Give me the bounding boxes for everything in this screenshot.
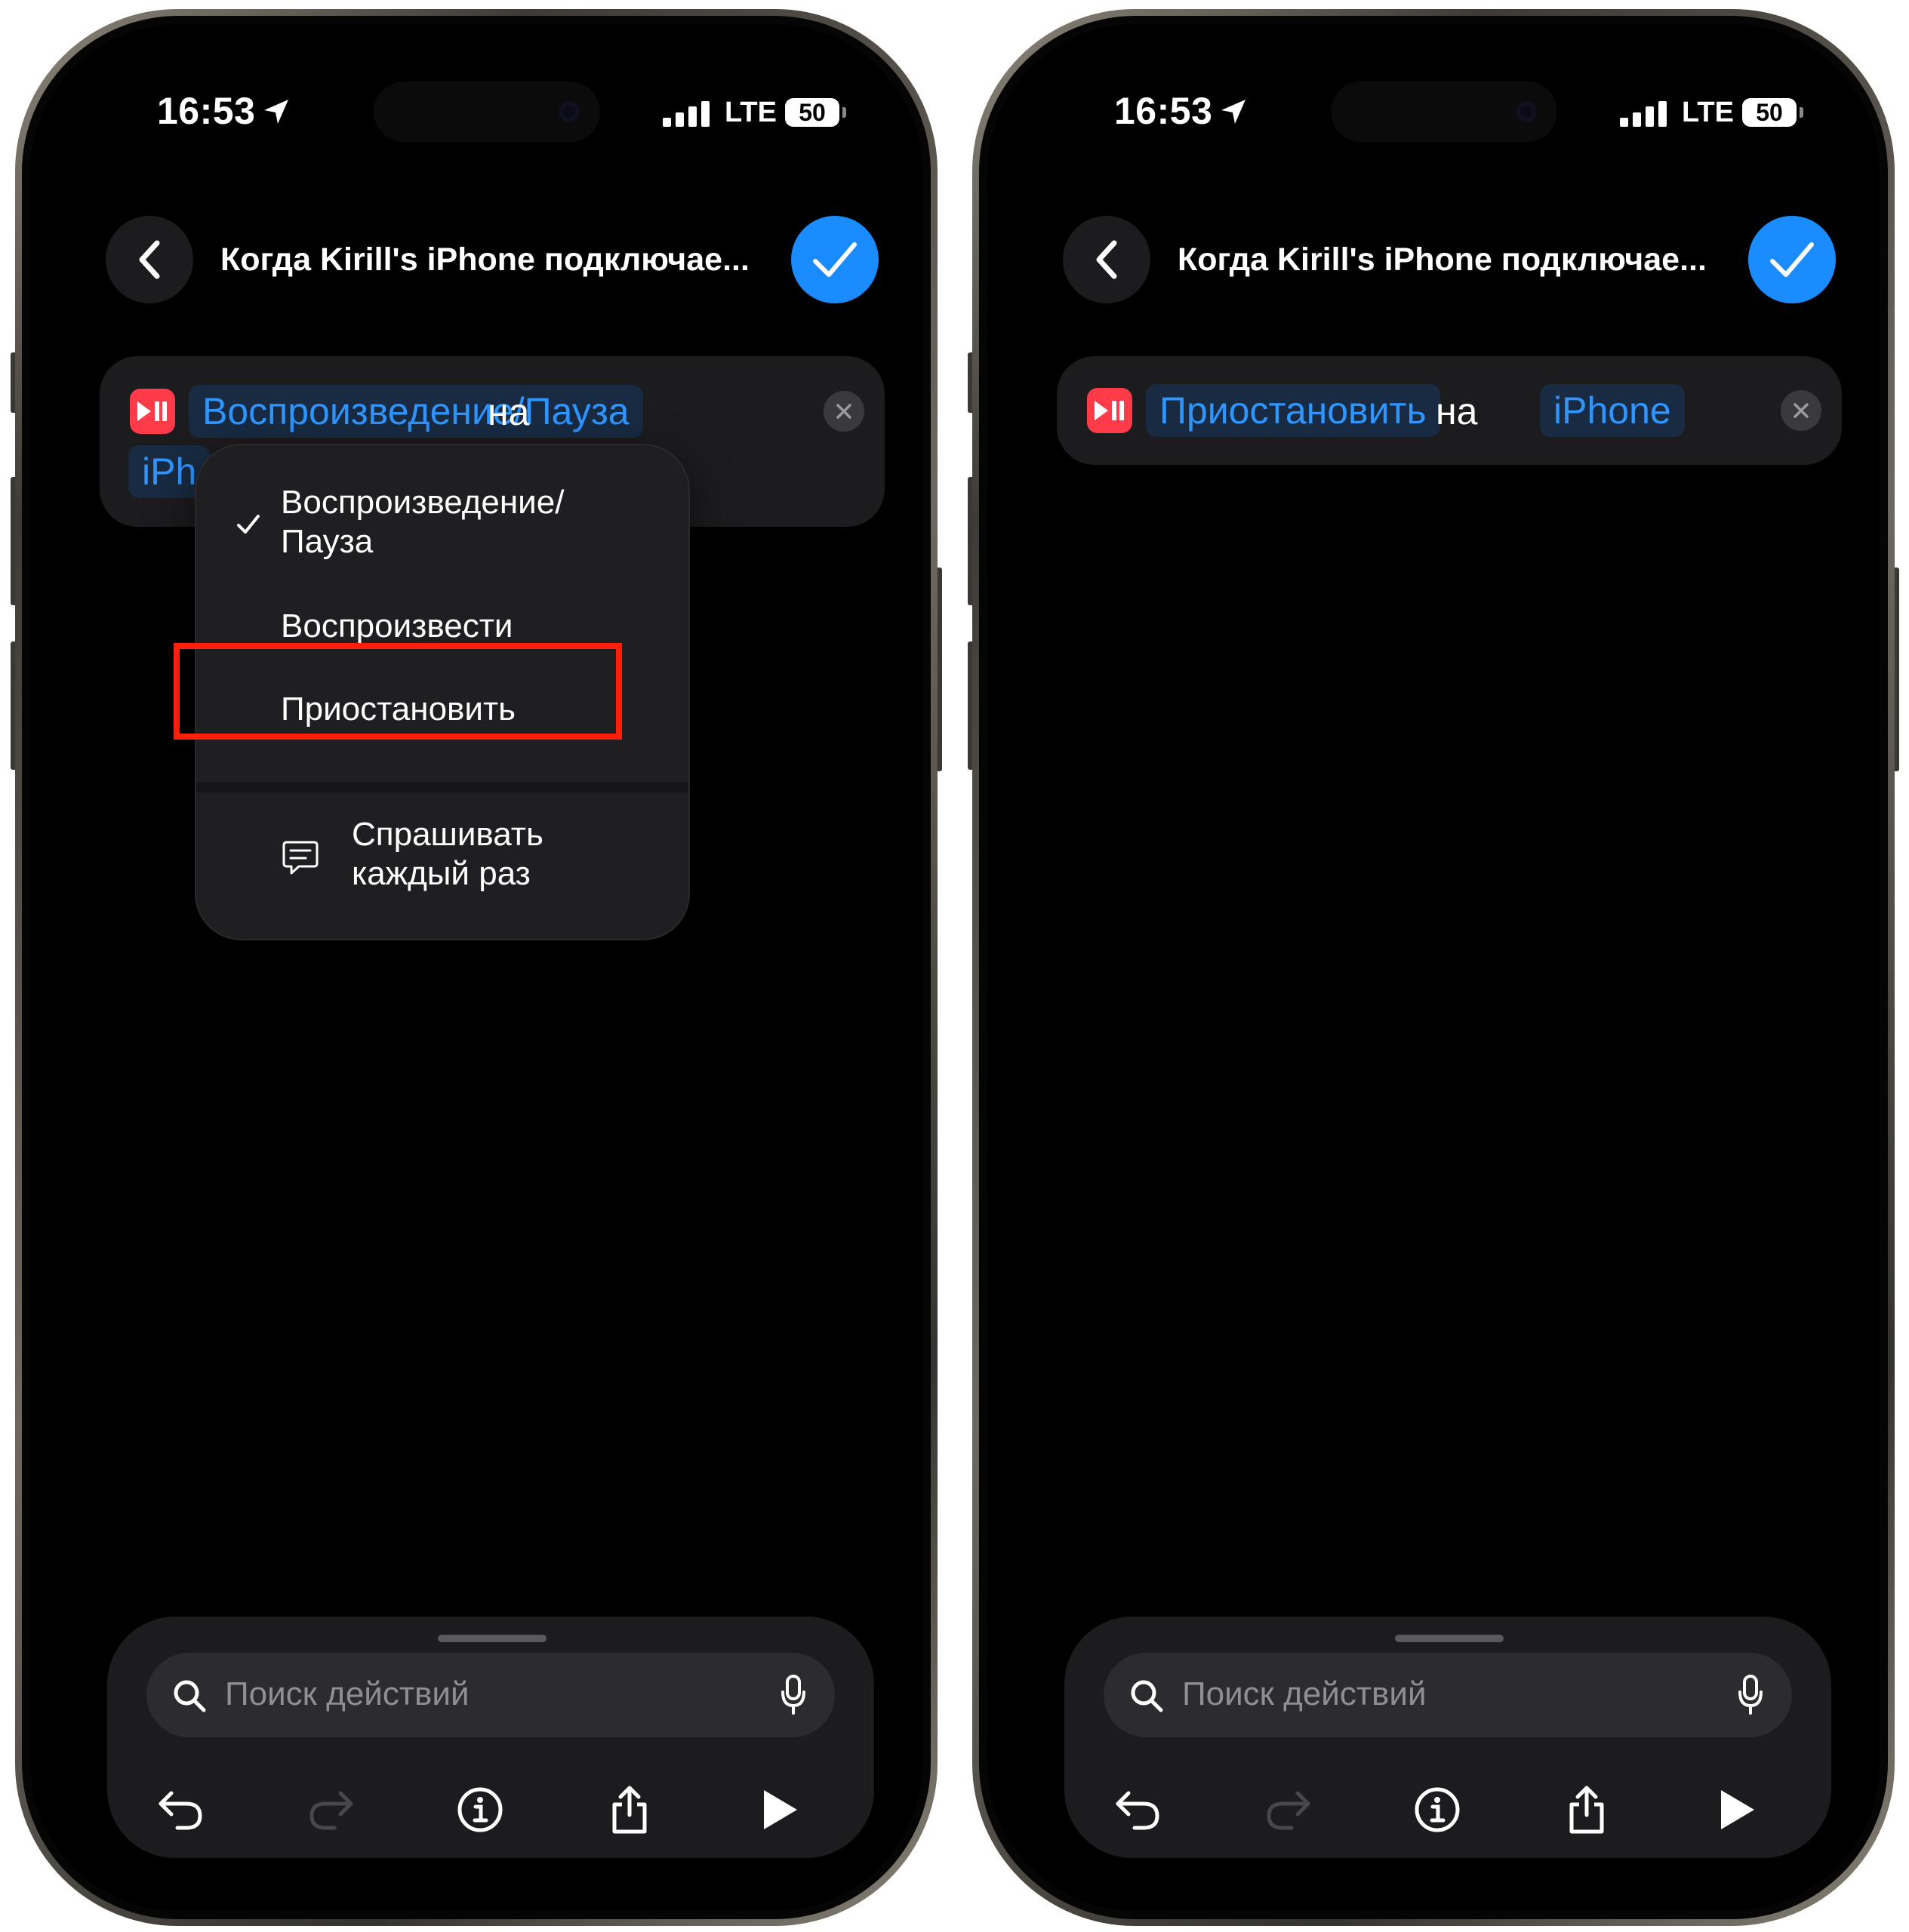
share-icon — [612, 1786, 647, 1834]
connector-word: на — [488, 391, 530, 433]
redo-icon — [1267, 1791, 1310, 1830]
play-icon — [1721, 1790, 1754, 1829]
search-field[interactable]: Поиск действий — [146, 1653, 835, 1737]
run-button[interactable] — [1706, 1780, 1766, 1840]
back-chevron-icon — [1096, 240, 1117, 279]
screen: 16:53 LTE 50 Когда Kirill's iPhone подкл… — [30, 24, 922, 1911]
checkmark-icon — [1770, 242, 1814, 277]
battery-tip — [1800, 107, 1803, 118]
share-button[interactable] — [599, 1780, 660, 1840]
menu-divider — [196, 782, 688, 792]
info-button[interactable] — [450, 1780, 510, 1840]
mic-icon[interactable] — [1738, 1674, 1763, 1716]
front-camera — [1516, 101, 1537, 122]
clear-x-icon — [836, 404, 851, 419]
menu-item-label-line1: Воспроизведение/ — [281, 484, 565, 521]
connector-word: на — [1436, 390, 1478, 432]
signal-icon — [663, 101, 710, 127]
status-time: 16:53 — [157, 90, 256, 132]
action-parameter-token[interactable]: Приостановить — [1146, 384, 1440, 437]
location-arrow-icon — [1221, 100, 1245, 124]
signal-icon — [1620, 101, 1667, 127]
phone-left: 16:53 LTE 50 Когда Kirill's iPhone подкл… — [11, 9, 942, 1926]
search-input[interactable]: Поиск действий — [1182, 1675, 1427, 1713]
back-chevron-icon — [139, 240, 160, 279]
info-button[interactable] — [1407, 1780, 1467, 1840]
info-icon — [457, 1787, 503, 1832]
search-icon — [174, 1680, 206, 1712]
undo-button[interactable] — [151, 1780, 211, 1840]
action-card: Приостановить на iPhone — [1057, 356, 1842, 465]
redo-icon — [309, 1791, 353, 1830]
front-camera — [559, 101, 580, 122]
back-button[interactable] — [106, 216, 193, 303]
action-search-sheet: Поиск действий — [1064, 1617, 1831, 1858]
menu-item-play-pause[interactable]: Воспроизведение/ Пауза — [281, 483, 564, 561]
back-button[interactable] — [1063, 216, 1150, 303]
undo-icon — [1116, 1791, 1159, 1830]
search-field[interactable]: Поиск действий — [1104, 1653, 1792, 1737]
share-icon — [1569, 1786, 1604, 1834]
menu-item-label-line2: каждый раз — [352, 855, 531, 892]
checkmark-icon — [813, 242, 857, 277]
action-parameter-token[interactable]: Воспроизведение/Пауза — [189, 385, 643, 438]
clear-button[interactable] — [1781, 390, 1821, 431]
battery-tip — [842, 107, 846, 118]
sheet-grabber[interactable] — [438, 1635, 547, 1642]
phone-right: 16:53 LTE 50 Когда Kirill's iPhone подкл… — [968, 9, 1899, 1926]
chat-bubble-icon — [282, 841, 319, 875]
clear-x-icon — [1794, 403, 1809, 418]
menu-check-icon — [237, 515, 260, 534]
battery-icon: 50 — [1742, 98, 1797, 127]
device-parameter-token[interactable]: iPhone — [1540, 384, 1685, 437]
page-title: Когда Kirill's iPhone подключае... — [220, 242, 750, 278]
battery-icon: 50 — [785, 98, 839, 127]
sheet-grabber[interactable] — [1395, 1635, 1504, 1642]
menu-item-play[interactable]: Воспроизвести — [281, 607, 513, 646]
done-button[interactable] — [791, 216, 879, 303]
menu-item-ask-each-time[interactable]: Спрашивать каждый раз — [352, 815, 543, 894]
mic-icon[interactable] — [781, 1674, 806, 1716]
search-input[interactable]: Поиск действий — [225, 1675, 470, 1713]
undo-icon — [159, 1791, 202, 1830]
menu-item-label-line1: Спрашивать — [352, 816, 543, 853]
run-button[interactable] — [749, 1780, 809, 1840]
network-label: LTE — [1682, 97, 1734, 128]
search-icon — [1131, 1680, 1163, 1712]
info-icon — [1415, 1787, 1460, 1832]
redo-button[interactable] — [300, 1780, 361, 1840]
location-arrow-icon — [264, 100, 288, 124]
page-title: Когда Kirill's iPhone подключае... — [1178, 242, 1707, 278]
status-time: 16:53 — [1114, 90, 1213, 132]
menu-item-label-line2: Пауза — [281, 523, 374, 560]
undo-button[interactable] — [1108, 1780, 1168, 1840]
play-pause-icon — [1087, 388, 1132, 433]
network-label: LTE — [725, 97, 777, 128]
play-icon — [764, 1790, 797, 1829]
share-button[interactable] — [1556, 1780, 1617, 1840]
play-pause-icon — [130, 389, 175, 434]
redo-button[interactable] — [1258, 1780, 1318, 1840]
action-search-sheet: Поиск действий — [107, 1617, 874, 1858]
screen: 16:53 LTE 50 Когда Kirill's iPhone подкл… — [987, 24, 1880, 1911]
done-button[interactable] — [1748, 216, 1836, 303]
clear-button[interactable] — [824, 391, 864, 432]
highlight-annotation — [174, 643, 622, 740]
